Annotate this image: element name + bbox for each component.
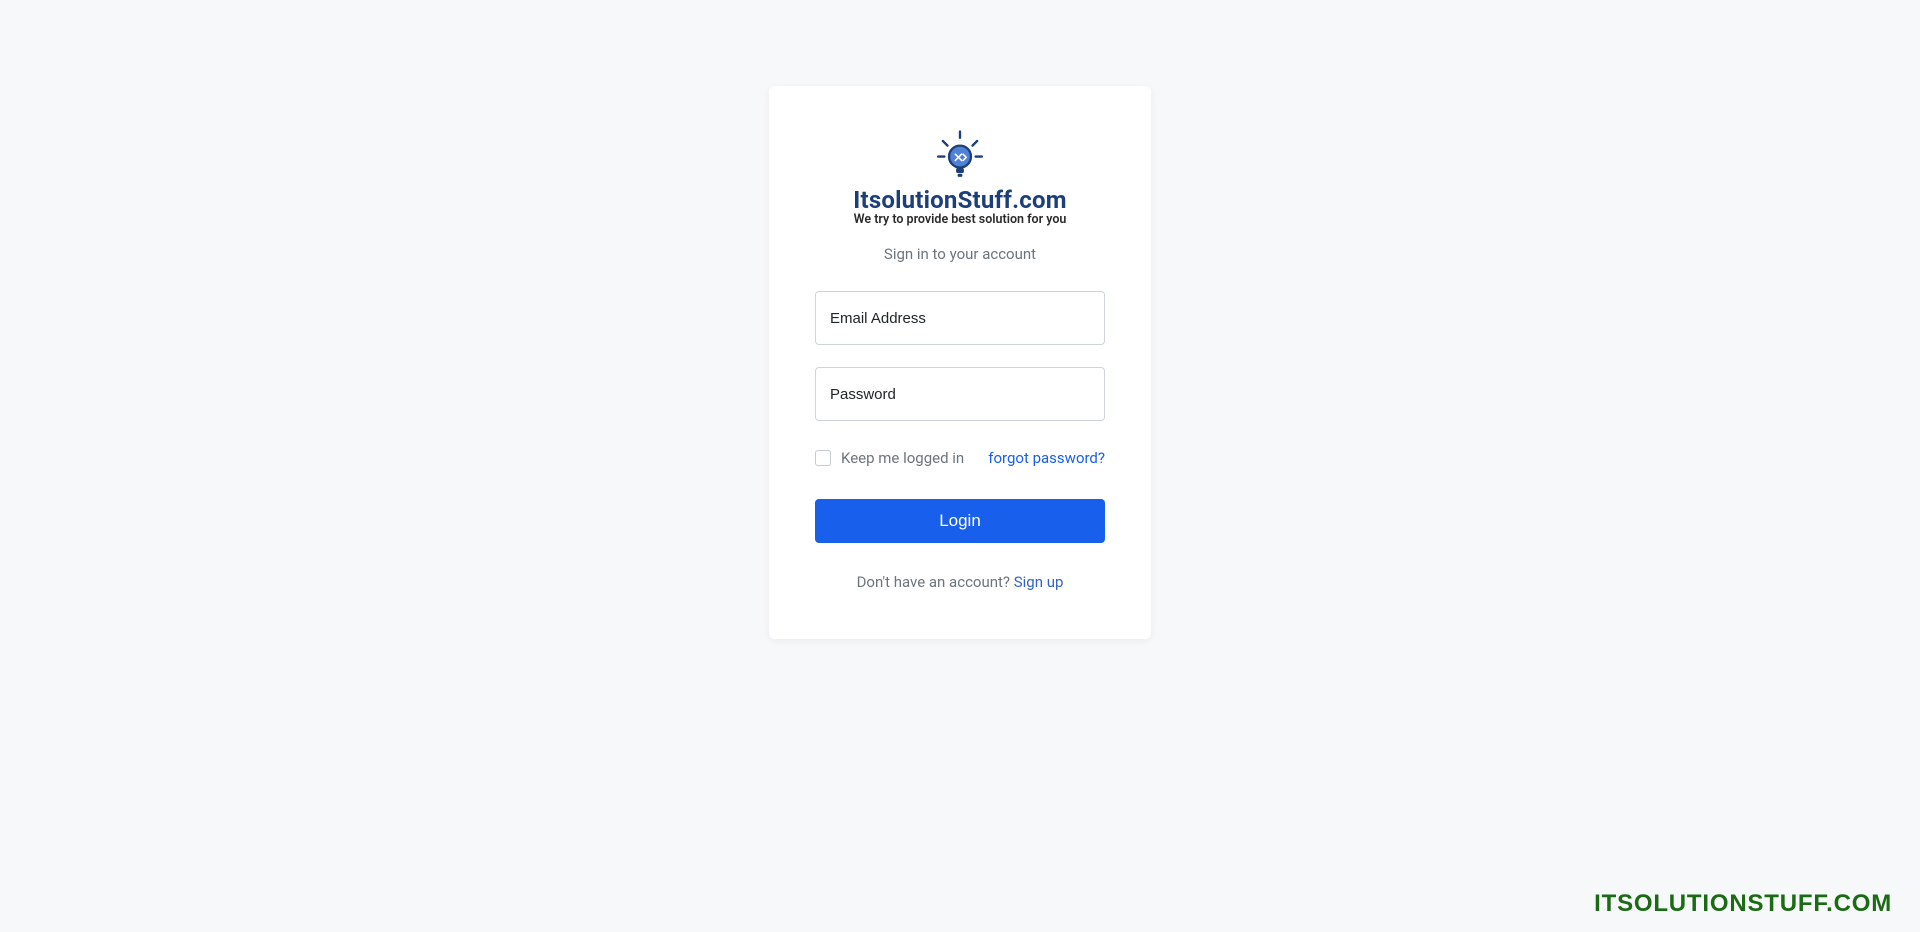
remember-me-text: Keep me logged in bbox=[841, 449, 964, 467]
watermark-text: ITSOLUTIONSTUFF.COM bbox=[1594, 890, 1892, 918]
login-card: ItsolutionStuff.com We try to provide be… bbox=[769, 86, 1151, 639]
email-field[interactable] bbox=[815, 291, 1105, 345]
lightbulb-icon bbox=[935, 130, 985, 180]
remember-me-label[interactable]: Keep me logged in bbox=[815, 449, 964, 467]
remember-me-checkbox[interactable] bbox=[815, 450, 831, 466]
signin-subtext: Sign in to your account bbox=[815, 245, 1105, 263]
login-button[interactable]: Login bbox=[815, 499, 1105, 543]
signup-link[interactable]: Sign up bbox=[1014, 573, 1064, 591]
brand-logo-block: ItsolutionStuff.com We try to provide be… bbox=[815, 130, 1105, 227]
signup-prompt-text: Don't have an account? bbox=[857, 573, 1014, 591]
signup-prompt: Don't have an account? Sign up bbox=[815, 573, 1105, 591]
password-field[interactable] bbox=[815, 367, 1105, 421]
options-row: Keep me logged in forgot password? bbox=[815, 449, 1105, 467]
brand-subtitle: We try to provide best solution for you bbox=[854, 212, 1067, 227]
forgot-password-link[interactable]: forgot password? bbox=[988, 449, 1105, 467]
brand-title: ItsolutionStuff.com bbox=[853, 186, 1066, 214]
login-page: ItsolutionStuff.com We try to provide be… bbox=[0, 0, 1920, 932]
